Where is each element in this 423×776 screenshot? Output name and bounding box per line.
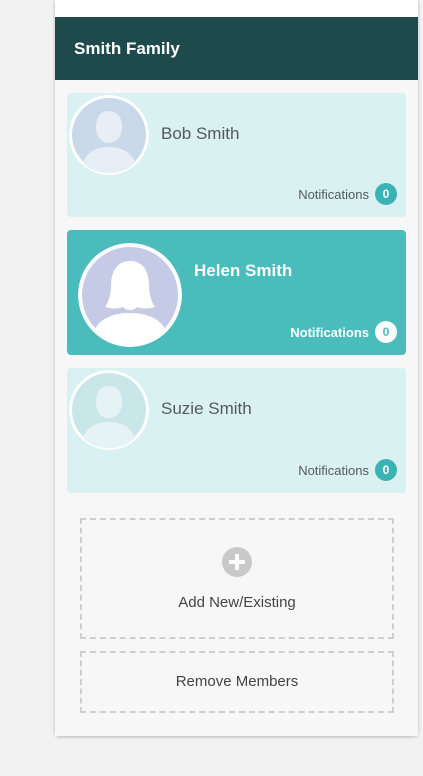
notifications-indicator[interactable]: Notifications 0 [290,321,397,343]
notifications-count-badge: 0 [375,321,397,343]
notifications-count-badge: 0 [375,459,397,481]
remove-members-button[interactable]: Remove Members [80,651,394,713]
person-silhouette-icon [69,95,149,175]
plus-circle-icon [222,547,252,577]
member-name: Helen Smith [194,261,293,280]
member-name: Suzie Smith [161,399,252,418]
member-list: Bob Smith Notifications 0 Helen Smith No… [55,80,418,736]
notifications-label: Notifications [290,324,369,340]
female-silhouette-icon [78,243,182,347]
member-card-suzie-smith[interactable]: Suzie Smith Notifications 0 [67,368,406,493]
member-card-helen-smith[interactable]: Helen Smith Notifications 0 [67,230,406,355]
member-name: Bob Smith [161,124,240,143]
notifications-label: Notifications [298,186,369,202]
family-title: Smith Family [55,17,418,80]
add-member-button[interactable]: Add New/Existing [80,518,394,639]
remove-members-label: Remove Members [175,673,299,690]
member-card-bob-smith[interactable]: Bob Smith Notifications 0 [67,93,406,217]
add-member-label: Add New/Existing [178,594,296,611]
notifications-count-badge: 0 [375,183,397,205]
notifications-indicator[interactable]: Notifications 0 [298,459,397,481]
family-panel: Smith Family Bob Smith Notifications 0 H… [55,0,418,736]
person-silhouette-icon [69,370,149,450]
notifications-indicator[interactable]: Notifications 0 [298,183,397,205]
notifications-label: Notifications [298,462,369,478]
